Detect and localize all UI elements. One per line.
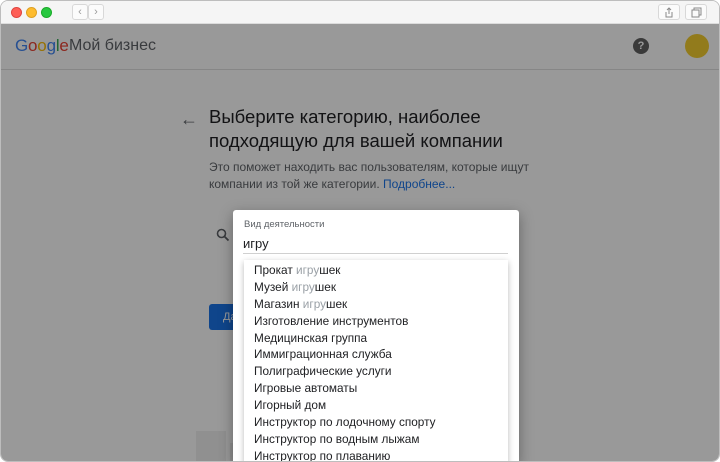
suggestion-item[interactable]: Инструктор по водным лыжам bbox=[244, 431, 508, 448]
chevron-left-icon[interactable]: ‹ bbox=[72, 4, 88, 20]
suggestion-text-before: Инструктор по плаванию bbox=[254, 448, 391, 462]
suggestion-text-before: Игровые автоматы bbox=[254, 381, 358, 396]
suggestion-item[interactable]: Инструктор по лодочному спорту bbox=[244, 414, 508, 431]
browser-window: ‹ › Google Мой бизнес ? ← Выберите катег… bbox=[0, 0, 720, 462]
suggestion-text-after: шек bbox=[326, 296, 348, 311]
suggestion-text-before: Магазин bbox=[254, 296, 303, 311]
suggestion-text-before: Музей bbox=[254, 279, 292, 294]
category-field-label: Вид деятельности bbox=[244, 219, 325, 230]
suggestion-item[interactable]: Игровые автоматы bbox=[244, 380, 508, 397]
suggestion-item[interactable]: Инструктор по плаванию bbox=[244, 448, 508, 462]
suggestion-text-match: игру bbox=[291, 279, 315, 294]
modal-scrim-header bbox=[1, 24, 719, 71]
suggestion-text-match: игру bbox=[296, 263, 320, 277]
minimize-window-button[interactable] bbox=[26, 7, 37, 18]
suggestion-text-before: Иммиграционная служба bbox=[254, 347, 392, 362]
close-window-button[interactable] bbox=[11, 7, 22, 18]
suggestion-text-before: Прокат bbox=[254, 263, 297, 277]
suggestion-text-before: Игорный дом bbox=[254, 398, 327, 413]
suggestion-item[interactable]: Иммиграционная служба bbox=[244, 346, 508, 363]
suggestion-item[interactable]: Изготовление инструментов bbox=[244, 313, 508, 330]
category-dialog: Вид деятельности Прокат игрушекМузей игр… bbox=[233, 210, 519, 462]
suggestion-item[interactable]: Полиграфические услуги bbox=[244, 363, 508, 380]
title-bar: ‹ › bbox=[1, 1, 719, 24]
category-input[interactable] bbox=[243, 234, 508, 254]
suggestion-item[interactable]: Магазин игрушек bbox=[244, 296, 508, 313]
share-icon[interactable] bbox=[658, 4, 680, 20]
suggestion-item[interactable]: Музей игрушек bbox=[244, 279, 508, 296]
suggestion-text-before: Полиграфические услуги bbox=[254, 364, 392, 379]
suggestion-text-before: Инструктор по водным лыжам bbox=[254, 431, 420, 446]
suggestion-item[interactable]: Прокат игрушек bbox=[244, 262, 508, 279]
suggestion-text-before: Изготовление инструментов bbox=[254, 313, 409, 328]
suggestion-text-after: шек bbox=[319, 263, 341, 277]
suggestion-item[interactable]: Игорный дом bbox=[244, 397, 508, 414]
suggestion-item[interactable]: Медицинская группа bbox=[244, 330, 508, 347]
maximize-window-button[interactable] bbox=[41, 7, 52, 18]
suggestion-text-match: игру bbox=[302, 296, 327, 311]
suggestion-text-before: Медицинская группа bbox=[254, 330, 368, 345]
suggestions-list: Прокат игрушек Музей игрушек Магазин игруш… bbox=[244, 260, 508, 462]
suggestion-text-before: Инструктор по лодочному спорту bbox=[254, 415, 436, 430]
suggestion-text-after: шек bbox=[314, 279, 336, 294]
tabs-icon[interactable] bbox=[685, 4, 707, 20]
chevron-right-icon[interactable]: › bbox=[88, 4, 104, 20]
